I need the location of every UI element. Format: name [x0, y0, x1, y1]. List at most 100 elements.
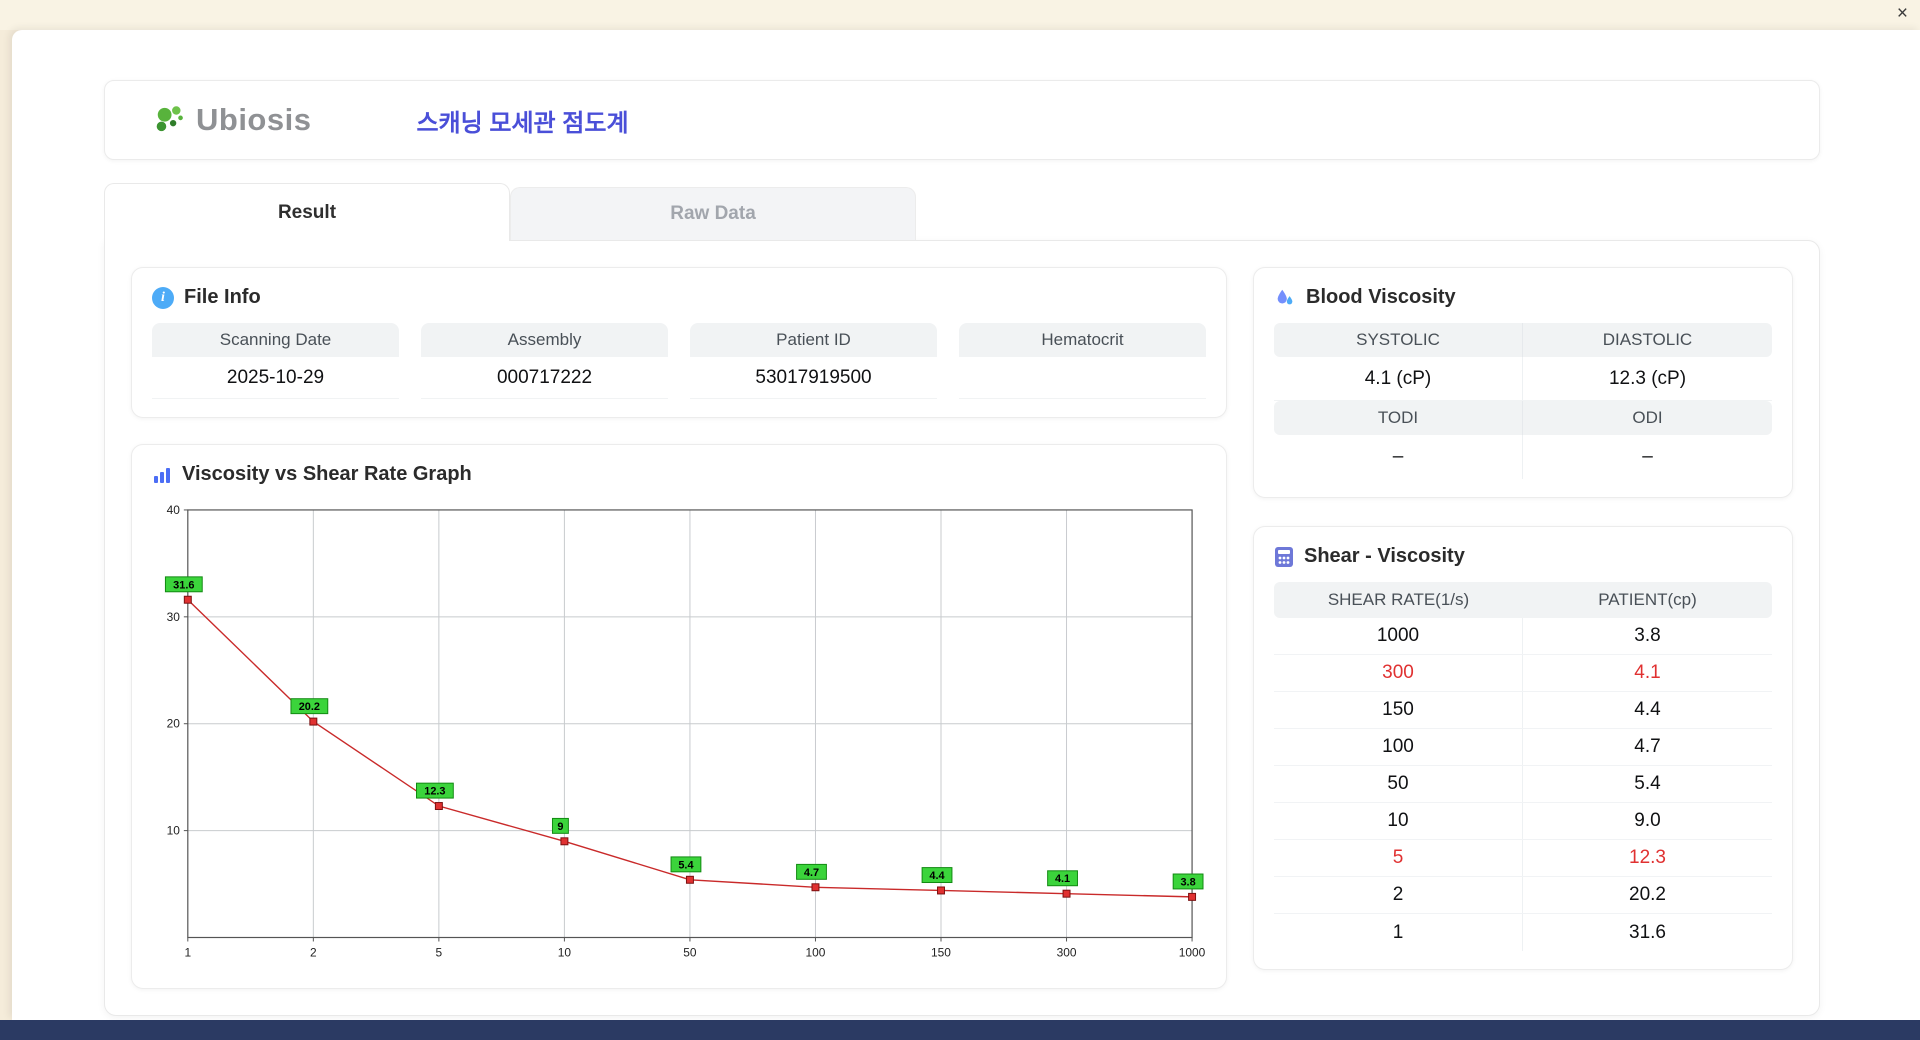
file-info-title: File Info	[184, 286, 261, 308]
svg-text:9: 9	[557, 821, 563, 833]
bottom-bar	[0, 1020, 1920, 1040]
page-title: 스캐닝 모세관 점도계	[416, 109, 629, 137]
graph-title: Viscosity vs Shear Rate Graph	[182, 463, 472, 485]
cell-rate: 1000	[1274, 618, 1523, 654]
cell-patient: 4.1	[1634, 662, 1661, 683]
column-shear-rate: SHEAR RATE(1/s)	[1327, 590, 1470, 609]
svg-text:4.4: 4.4	[929, 870, 945, 882]
cell-rate: 2	[1274, 877, 1523, 913]
graph-header: Viscosity vs Shear Rate Graph	[152, 463, 1206, 486]
svg-text:300: 300	[1057, 945, 1077, 959]
svg-text:50: 50	[683, 945, 697, 959]
blood-viscosity-title: Blood Viscosity	[1306, 286, 1456, 308]
shear-viscosity-card: Shear - Viscosity SHEAR RATE(1/s) PATIEN…	[1253, 526, 1793, 970]
svg-text:2: 2	[310, 945, 317, 959]
svg-text:20.2: 20.2	[299, 701, 320, 713]
odi-value: –	[1642, 446, 1653, 467]
field-assembly: Assembly 000717222	[421, 323, 668, 399]
cell-patient: 20.2	[1629, 884, 1666, 905]
field-label: Scanning Date	[152, 323, 399, 357]
titlebar: ×	[0, 0, 1920, 30]
table-row: 1000 3.8	[1274, 618, 1772, 655]
cell-patient: 12.3	[1629, 847, 1666, 868]
field-value: 2025-10-29	[152, 357, 399, 399]
table-row: 2 20.2	[1274, 877, 1772, 914]
blood-viscosity-header: Blood Viscosity	[1274, 286, 1772, 309]
svg-text:5.4: 5.4	[678, 859, 694, 871]
close-icon[interactable]: ×	[1897, 3, 1908, 25]
table-row: 100 4.7	[1274, 729, 1772, 766]
table-row: 300 4.1	[1274, 655, 1772, 692]
svg-text:5: 5	[436, 945, 443, 959]
cell-patient: 4.4	[1634, 699, 1661, 720]
tab-result[interactable]: Result	[104, 183, 510, 241]
app-content: Ubiosis 스캐닝 모세관 점도계 Result Raw Data i Fi…	[12, 30, 1920, 1016]
leaf-cluster-icon	[156, 106, 183, 132]
cell-rate: 10	[1274, 803, 1523, 839]
file-info-header: i File Info	[152, 286, 1206, 309]
cell-rate: 50	[1274, 766, 1523, 802]
todi-value: –	[1274, 435, 1523, 479]
viscosity-chart: 10 20 30 40 1 2 5 10 50 100 150 300 1000 31.6 20.2 12.3…	[164, 503, 1206, 959]
field-hematocrit: Hematocrit	[959, 323, 1206, 399]
systolic-value: 4.1 (cP)	[1274, 357, 1523, 401]
cell-patient: 4.7	[1634, 736, 1661, 757]
todi-label: TODI	[1274, 401, 1523, 435]
diastolic-value: 12.3 (cP)	[1523, 357, 1772, 401]
file-info-fields: Scanning Date 2025-10-29 Assembly 000717…	[152, 323, 1206, 399]
tab-bar: Result Raw Data	[104, 182, 1820, 241]
svg-text:40: 40	[167, 503, 181, 517]
cell-patient: 5.4	[1634, 773, 1661, 794]
table-row: 50 5.4	[1274, 766, 1772, 803]
svg-text:1000: 1000	[1179, 945, 1206, 959]
svg-text:10: 10	[167, 824, 181, 838]
svg-text:31.6: 31.6	[173, 579, 194, 591]
table-row: 5 12.3	[1274, 840, 1772, 877]
svg-text:12.3: 12.3	[424, 786, 445, 798]
blood-viscosity-grid: SYSTOLIC DIASTOLIC 4.1 (cP) 12.3 (cP) TO…	[1274, 323, 1772, 479]
window-frame: × Ubiosis 스캐닝 모세관 점도계 Result Raw Data i …	[0, 0, 1920, 1040]
field-value	[959, 357, 1206, 399]
cell-rate: 1	[1274, 914, 1523, 951]
table-row: 1 31.6	[1274, 914, 1772, 951]
table-row: 150 4.4	[1274, 692, 1772, 729]
field-value: 000717222	[421, 357, 668, 399]
svg-text:100: 100	[806, 945, 826, 959]
field-label: Assembly	[421, 323, 668, 357]
svg-text:4.7: 4.7	[804, 867, 819, 879]
svg-text:3.8: 3.8	[1180, 876, 1195, 888]
field-label: Hematocrit	[959, 323, 1206, 357]
left-column: i File Info Scanning Date 2025-10-29 Ass…	[131, 267, 1227, 989]
cell-rate: 300	[1274, 655, 1523, 691]
shear-viscosity-title: Shear - Viscosity	[1304, 545, 1465, 567]
svg-text:150: 150	[931, 945, 951, 959]
diastolic-label: DIASTOLIC	[1523, 323, 1772, 357]
tab-raw-data[interactable]: Raw Data	[510, 187, 916, 240]
field-scanning-date: Scanning Date 2025-10-29	[152, 323, 399, 399]
ubiosis-logo: Ubiosis	[153, 102, 311, 138]
svg-text:10: 10	[558, 945, 572, 959]
droplet-icon	[1277, 289, 1293, 304]
calculator-icon	[1275, 546, 1293, 567]
app-header: Ubiosis 스캐닝 모세관 점도계	[104, 80, 1820, 160]
info-icon: i	[152, 286, 174, 309]
column-patient: PATIENT(cp)	[1598, 590, 1697, 609]
right-column: Blood Viscosity SYSTOLIC DIASTOLIC 4.1 (…	[1253, 267, 1793, 989]
cell-rate: 100	[1274, 729, 1523, 765]
blood-viscosity-card: Blood Viscosity SYSTOLIC DIASTOLIC 4.1 (…	[1253, 267, 1793, 498]
cell-rate: 150	[1274, 692, 1523, 728]
field-patient-id: Patient ID 53017919500	[690, 323, 937, 399]
svg-text:4.1: 4.1	[1055, 873, 1070, 885]
shear-viscosity-header: Shear - Viscosity	[1274, 545, 1772, 568]
field-label: Patient ID	[690, 323, 937, 357]
table-header-row: SHEAR RATE(1/s) PATIENT(cp)	[1274, 582, 1772, 618]
svg-text:20: 20	[167, 717, 181, 731]
file-info-card: i File Info Scanning Date 2025-10-29 Ass…	[131, 267, 1227, 418]
graph-card: Viscosity vs Shear Rate Graph 10 20 30 40 1 2…	[131, 444, 1227, 989]
field-value: 53017919500	[690, 357, 937, 399]
logo-text: Ubiosis	[196, 102, 312, 137]
cell-patient: 31.6	[1629, 921, 1666, 943]
odi-label: ODI	[1523, 401, 1772, 435]
cell-rate: 5	[1274, 840, 1523, 876]
cell-patient: 3.8	[1634, 625, 1661, 646]
